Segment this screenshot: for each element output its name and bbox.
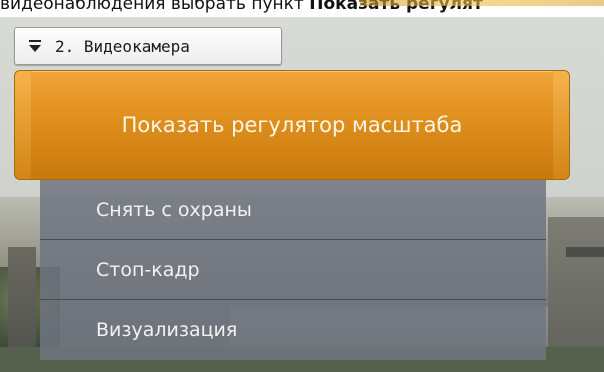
menu-item-label: Стоп-кадр xyxy=(96,258,200,281)
document-text: видеонаблюдения выбрать пункт xyxy=(0,0,310,14)
show-zoom-control-button[interactable]: Показать регулятор масштаба xyxy=(14,70,570,180)
dropdown-arrow-icon xyxy=(29,40,41,52)
menu-item-freeze-frame[interactable]: Стоп-кадр xyxy=(40,240,546,300)
camera-building-roof xyxy=(566,247,604,257)
menu-item-label: Снять с охраны xyxy=(96,198,252,221)
menu-item-label: Визуализация xyxy=(96,319,238,341)
menu-item-visualization[interactable]: Визуализация xyxy=(40,300,546,360)
menu-item-disarm[interactable]: Снять с охраны xyxy=(40,180,546,240)
camera-context-menu: Снять с охраны Стоп-кадр Визуализация xyxy=(40,180,546,360)
show-zoom-control-label: Показать регулятор масштаба xyxy=(121,113,463,137)
text-highlight xyxy=(360,0,604,6)
camera-title: 2. Видеокамера xyxy=(55,36,190,56)
button-edge-right xyxy=(553,71,569,179)
button-edge-left xyxy=(15,71,31,179)
camera-menu-button[interactable]: 2. Видеокамера xyxy=(14,27,282,65)
